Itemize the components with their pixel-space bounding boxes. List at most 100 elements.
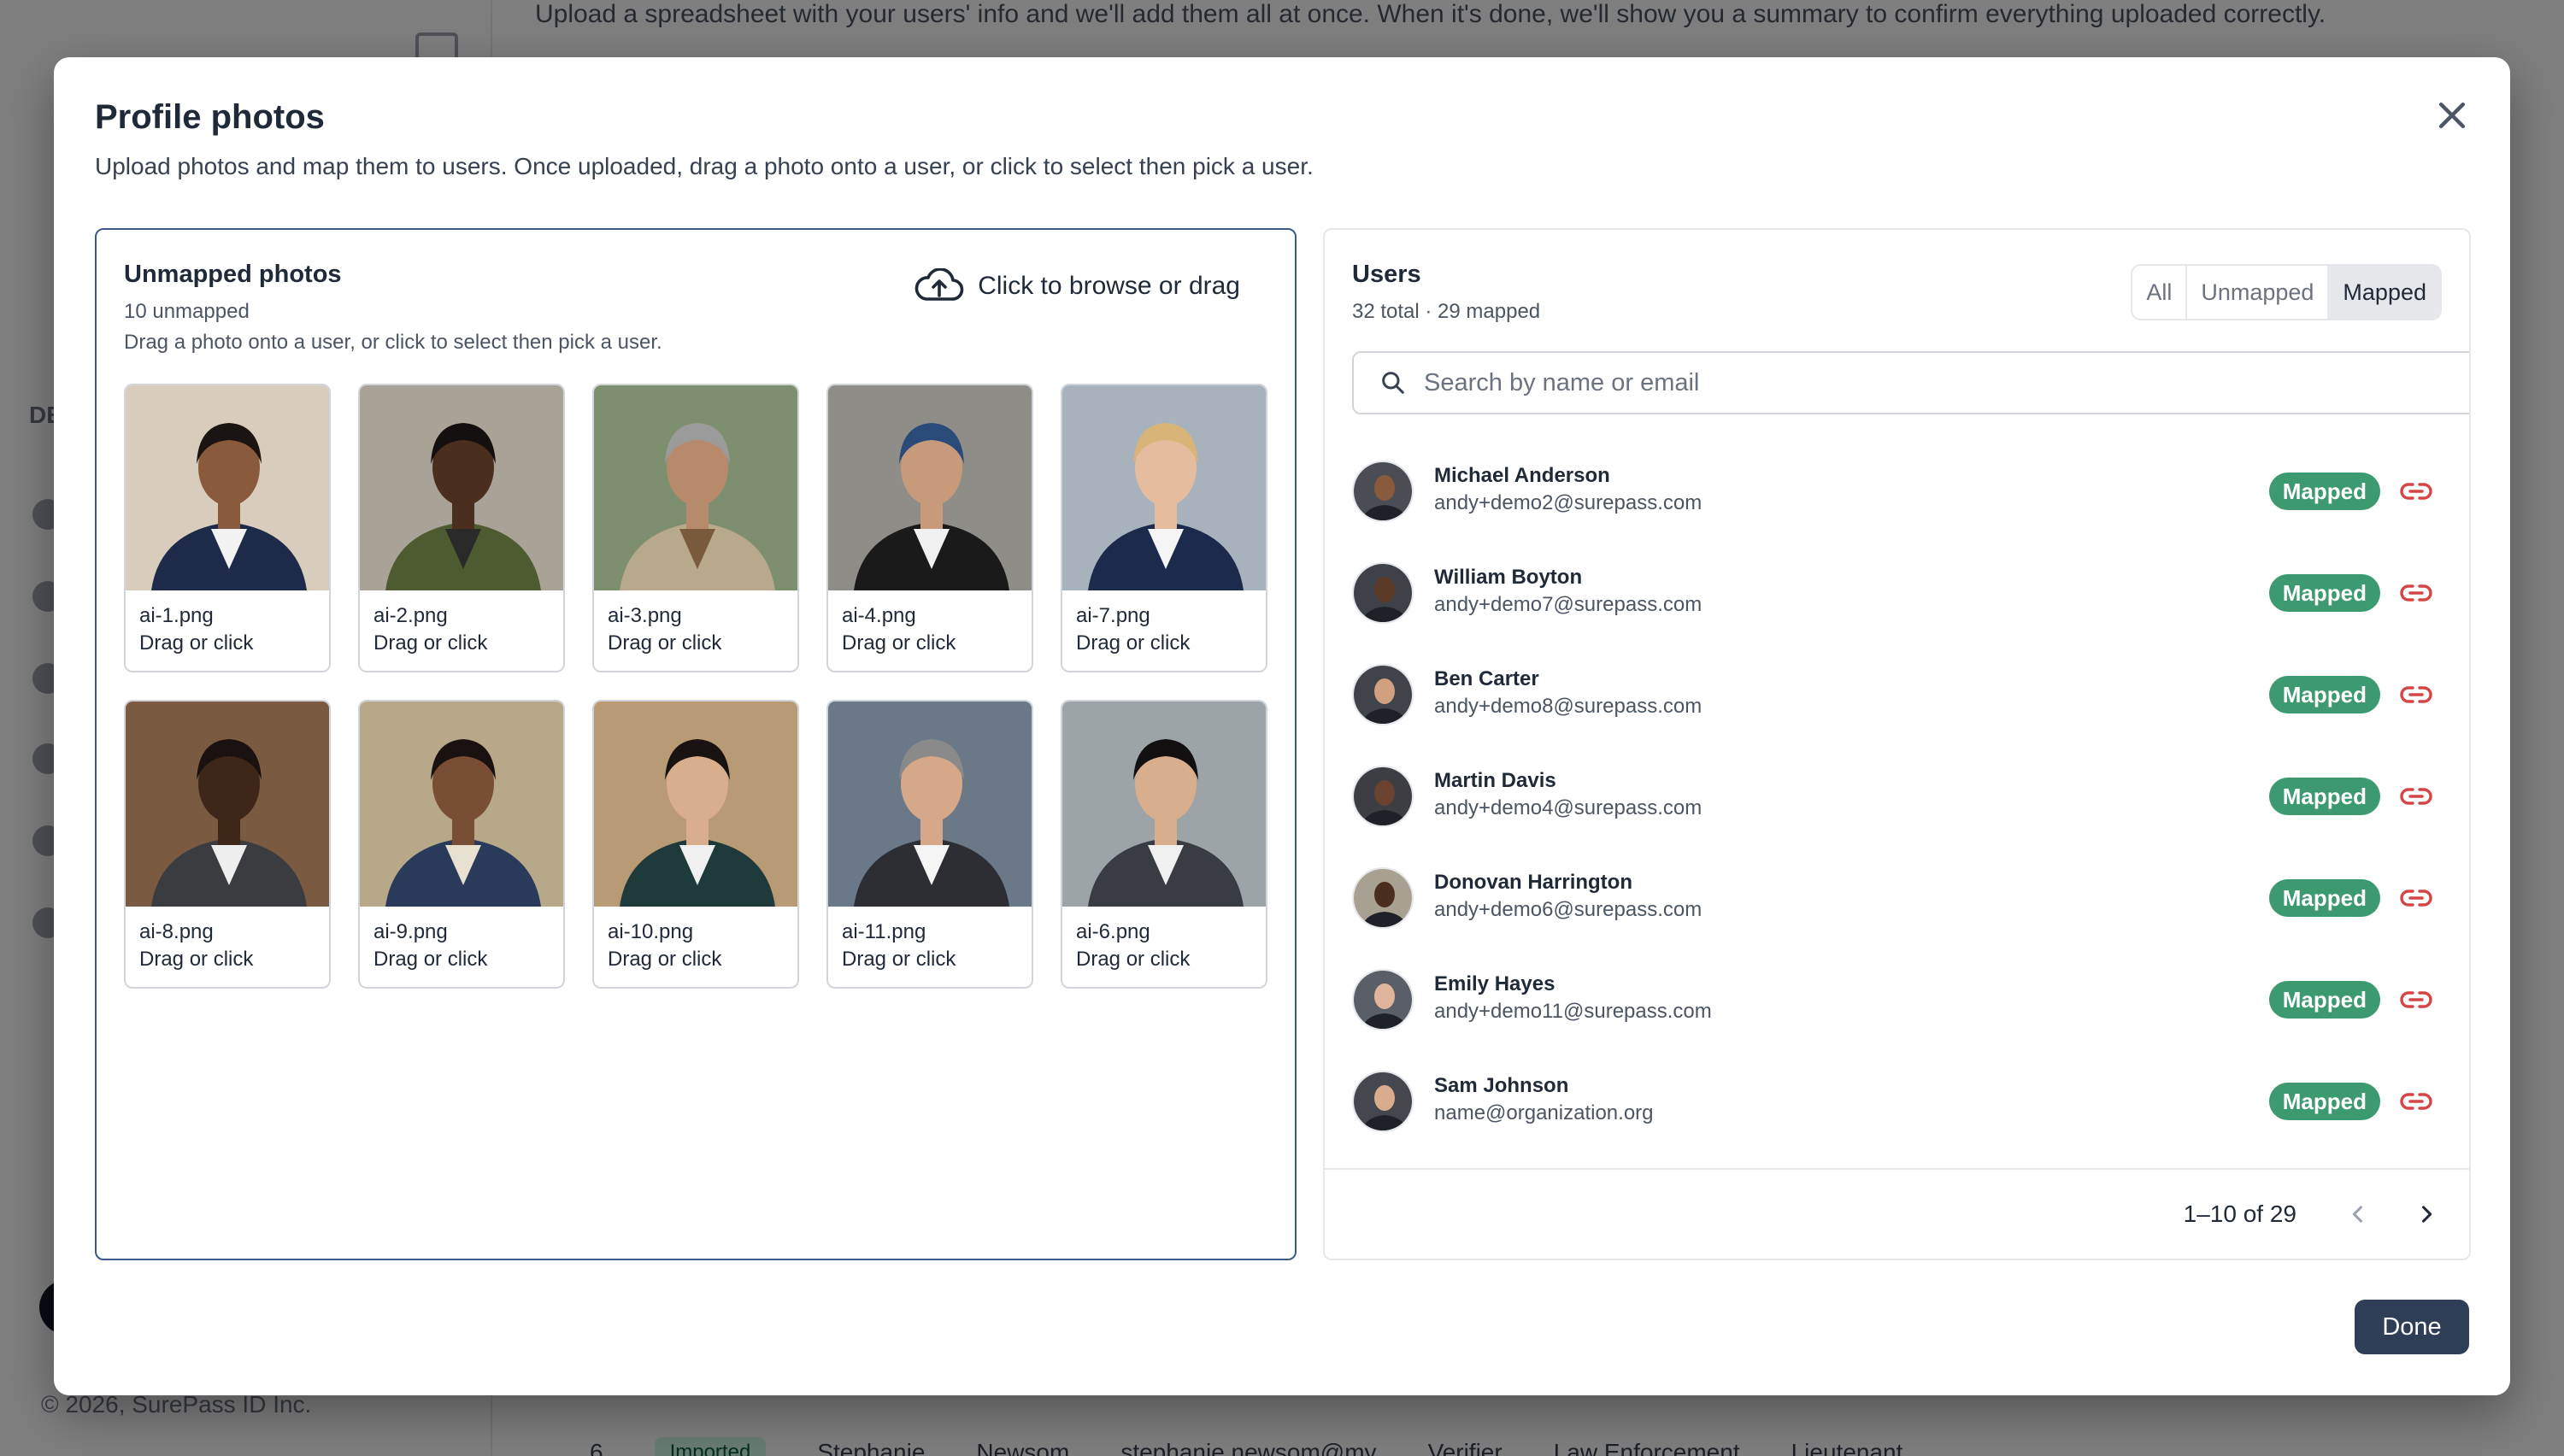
chevron-left-icon (2352, 1206, 2363, 1223)
unlink-button[interactable] (2397, 779, 2435, 813)
unlink-button[interactable] (2397, 678, 2435, 712)
close-icon (2438, 102, 2466, 129)
photo-card[interactable]: ai-10.png Drag or click (592, 700, 799, 989)
avatar (1352, 562, 1414, 624)
unmapped-photos-panel[interactable]: Unmapped photos 10 unmapped Drag a photo… (95, 228, 1297, 1260)
user-filter-segmented-control: All Unmapped Mapped (2131, 264, 2442, 320)
portrait-image (126, 385, 329, 590)
modal-title: Profile photos (95, 98, 325, 136)
search-icon (1382, 372, 1404, 394)
link-icon (2400, 788, 2432, 805)
user-row[interactable]: Emily Hayes andy+demo11@surepass.com Mappe… (1325, 950, 2469, 1052)
user-email: andy+demo8@surepass.com (1434, 695, 1702, 718)
avatar (1352, 664, 1414, 725)
photo-filename: ai-1.png (139, 604, 214, 627)
profile-photos-modal: Profile photos Upload photos and map the… (54, 57, 2510, 1395)
user-row[interactable]: William Boyton andy+demo7@surepass.com Map… (1325, 543, 2469, 645)
unlink-button[interactable] (2397, 474, 2435, 508)
user-email: andy+demo7@surepass.com (1434, 593, 1702, 616)
photo-card[interactable]: ai-3.png Drag or click (592, 384, 799, 672)
photo-card[interactable]: ai-11.png Drag or click (826, 700, 1033, 989)
user-list: Michael Anderson andy+demo2@surepass.com M… (1325, 442, 2469, 1259)
user-email: andy+demo11@surepass.com (1434, 1000, 1712, 1023)
unlink-button[interactable] (2397, 1084, 2435, 1118)
portrait-image (594, 702, 797, 907)
mapped-badge: Mapped (2268, 676, 2380, 713)
link-icon (2400, 1093, 2432, 1110)
photo-action-hint: Drag or click (608, 948, 722, 971)
photo-action-hint: Drag or click (139, 631, 254, 655)
photo-card[interactable]: ai-6.png Drag or click (1061, 700, 1267, 989)
photo-card[interactable]: ai-8.png Drag or click (124, 700, 331, 989)
user-name: Sam Johnson (1434, 1074, 1569, 1097)
user-row[interactable]: Sam Johnson name@organization.org Mapped (1325, 1052, 2469, 1154)
user-email: name@organization.org (1434, 1101, 1654, 1124)
mapped-badge: Mapped (2268, 879, 2380, 917)
filter-all[interactable]: All (2132, 266, 2188, 319)
avatar (1352, 1071, 1414, 1132)
mapped-badge: Mapped (2268, 981, 2380, 1019)
photo-card[interactable]: ai-4.png Drag or click (826, 384, 1033, 672)
user-email: andy+demo2@surepass.com (1434, 491, 1702, 514)
portrait-image (828, 385, 1032, 590)
mapped-badge: Mapped (2268, 473, 2380, 510)
photo-filename: ai-3.png (608, 604, 682, 627)
users-title: Users (1352, 261, 1421, 288)
photo-card[interactable]: ai-2.png Drag or click (358, 384, 565, 672)
photo-grid: ai-1.png Drag or click ai-2.png Drag or cli… (124, 384, 1267, 989)
user-row[interactable]: Martin Davis andy+demo4@surepass.com Mappe… (1325, 747, 2469, 848)
search-field (1352, 351, 2469, 414)
photo-action-hint: Drag or click (842, 948, 956, 971)
user-name: Donovan Harrington (1434, 871, 1632, 894)
pagination-bar: 1–10 of 29 (1325, 1168, 2469, 1259)
unlink-button[interactable] (2397, 576, 2435, 610)
pagination-range: 1–10 of 29 (2183, 1201, 2296, 1227)
user-row[interactable]: Ben Carter andy+demo8@surepass.com Mapped (1325, 645, 2469, 747)
photo-action-hint: Drag or click (139, 948, 254, 971)
photo-filename: ai-11.png (842, 920, 926, 943)
photo-filename: ai-6.png (1076, 920, 1150, 943)
link-icon (2400, 686, 2432, 703)
photo-filename: ai-8.png (139, 920, 214, 943)
portrait-image (360, 702, 563, 907)
photo-card[interactable]: ai-7.png Drag or click (1061, 384, 1267, 672)
link-icon (2400, 889, 2432, 907)
portrait-image (1062, 702, 1266, 907)
link-icon (2400, 483, 2432, 500)
portrait-image (828, 702, 1032, 907)
portrait-image (360, 385, 563, 590)
user-name: Martin Davis (1434, 769, 1556, 792)
unlink-button[interactable] (2397, 983, 2435, 1017)
photo-action-hint: Drag or click (842, 631, 956, 655)
filter-unmapped[interactable]: Unmapped (2187, 266, 2330, 319)
close-button[interactable] (2426, 90, 2478, 141)
photo-filename: ai-2.png (373, 604, 448, 627)
avatar (1352, 969, 1414, 1030)
user-row[interactable]: Donovan Harrington andy+demo6@surepass.co… (1325, 848, 2469, 950)
avatar (1352, 766, 1414, 827)
unlink-button[interactable] (2397, 881, 2435, 915)
photo-card[interactable]: ai-1.png Drag or click (124, 384, 331, 672)
filter-mapped[interactable]: Mapped (2329, 266, 2440, 319)
user-name: Michael Anderson (1434, 464, 1610, 487)
user-email: andy+demo4@surepass.com (1434, 796, 1702, 819)
prev-page-button[interactable] (2339, 1195, 2377, 1233)
done-button[interactable]: Done (2355, 1300, 2469, 1354)
next-page-button[interactable] (2408, 1195, 2445, 1233)
photo-filename: ai-4.png (842, 604, 916, 627)
browse-upload-button[interactable]: Click to browse or drag (914, 264, 1240, 308)
portrait-image (1062, 385, 1266, 590)
photo-action-hint: Drag or click (373, 631, 488, 655)
avatar (1352, 461, 1414, 522)
unmapped-photos-title: Unmapped photos (124, 261, 342, 288)
photo-card[interactable]: ai-9.png Drag or click (358, 700, 565, 989)
user-row[interactable]: Michael Anderson andy+demo2@surepass.com M… (1325, 442, 2469, 543)
unmapped-hint: Drag a photo onto a user, or click to se… (124, 331, 662, 354)
mapped-badge: Mapped (2268, 778, 2380, 815)
portrait-image (594, 385, 797, 590)
search-input[interactable] (1424, 368, 2364, 397)
photo-action-hint: Drag or click (608, 631, 722, 655)
avatar (1352, 867, 1414, 929)
unmapped-count: 10 unmapped (124, 300, 250, 323)
user-name: Ben Carter (1434, 667, 1539, 690)
